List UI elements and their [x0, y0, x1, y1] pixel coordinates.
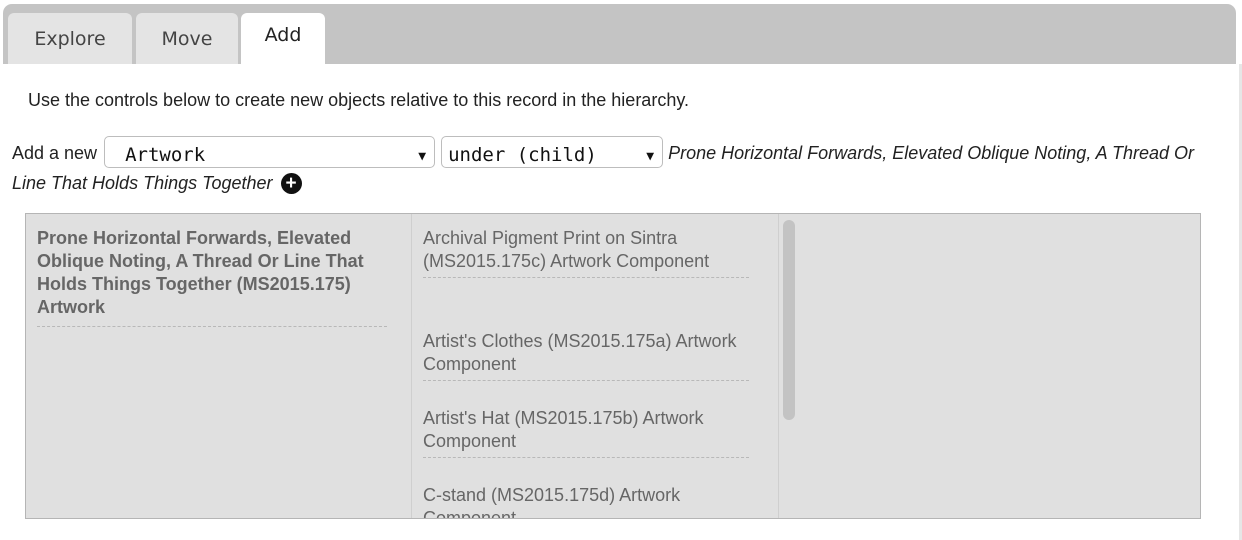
- tab-add[interactable]: Add: [241, 13, 325, 68]
- tab-move[interactable]: Move: [136, 13, 238, 64]
- dropdown-arrow-icon: ▼: [646, 149, 655, 165]
- object-type-value: Artwork: [125, 144, 206, 167]
- hierarchy-current-record[interactable]: Prone Horizontal Forwards, Elevated Obli…: [37, 227, 387, 327]
- plus-circle-icon[interactable]: +: [280, 172, 302, 194]
- relation-value: under (child): [448, 144, 597, 167]
- hierarchy-browser: Prone Horizontal Forwards, Elevated Obli…: [25, 213, 1201, 519]
- add-new-label: Add a new: [12, 143, 98, 163]
- list-item[interactable]: Artist's Clothes (MS2015.175a) Artwork C…: [423, 330, 749, 381]
- scrollbar-thumb[interactable]: [783, 220, 795, 420]
- list-item[interactable]: Artist's Hat (MS2015.175b) Artwork Compo…: [423, 407, 749, 458]
- hierarchy-column-children: Archival Pigment Print on Sintra (MS2015…: [413, 214, 800, 518]
- tab-bar: Explore Move Add: [3, 4, 1236, 68]
- list-item[interactable]: Archival Pigment Print on Sintra (MS2015…: [423, 227, 749, 278]
- object-type-select[interactable]: Artwork ▼: [104, 136, 436, 169]
- children-scrollbar[interactable]: [778, 214, 801, 518]
- hierarchy-column-empty: [801, 214, 1200, 518]
- add-new-row: Add a new Artwork ▼ under (child) ▼ Pron…: [12, 136, 1227, 198]
- instructions-text: Use the controls below to create new obj…: [28, 90, 689, 110]
- list-item[interactable]: C-stand (MS2015.175d) Artwork Component: [423, 484, 749, 518]
- dropdown-arrow-icon: ▼: [418, 149, 427, 165]
- hierarchy-column-parent: Prone Horizontal Forwards, Elevated Obli…: [26, 214, 412, 518]
- tab-explore[interactable]: Explore: [8, 13, 132, 64]
- relation-select[interactable]: under (child) ▼: [441, 136, 664, 169]
